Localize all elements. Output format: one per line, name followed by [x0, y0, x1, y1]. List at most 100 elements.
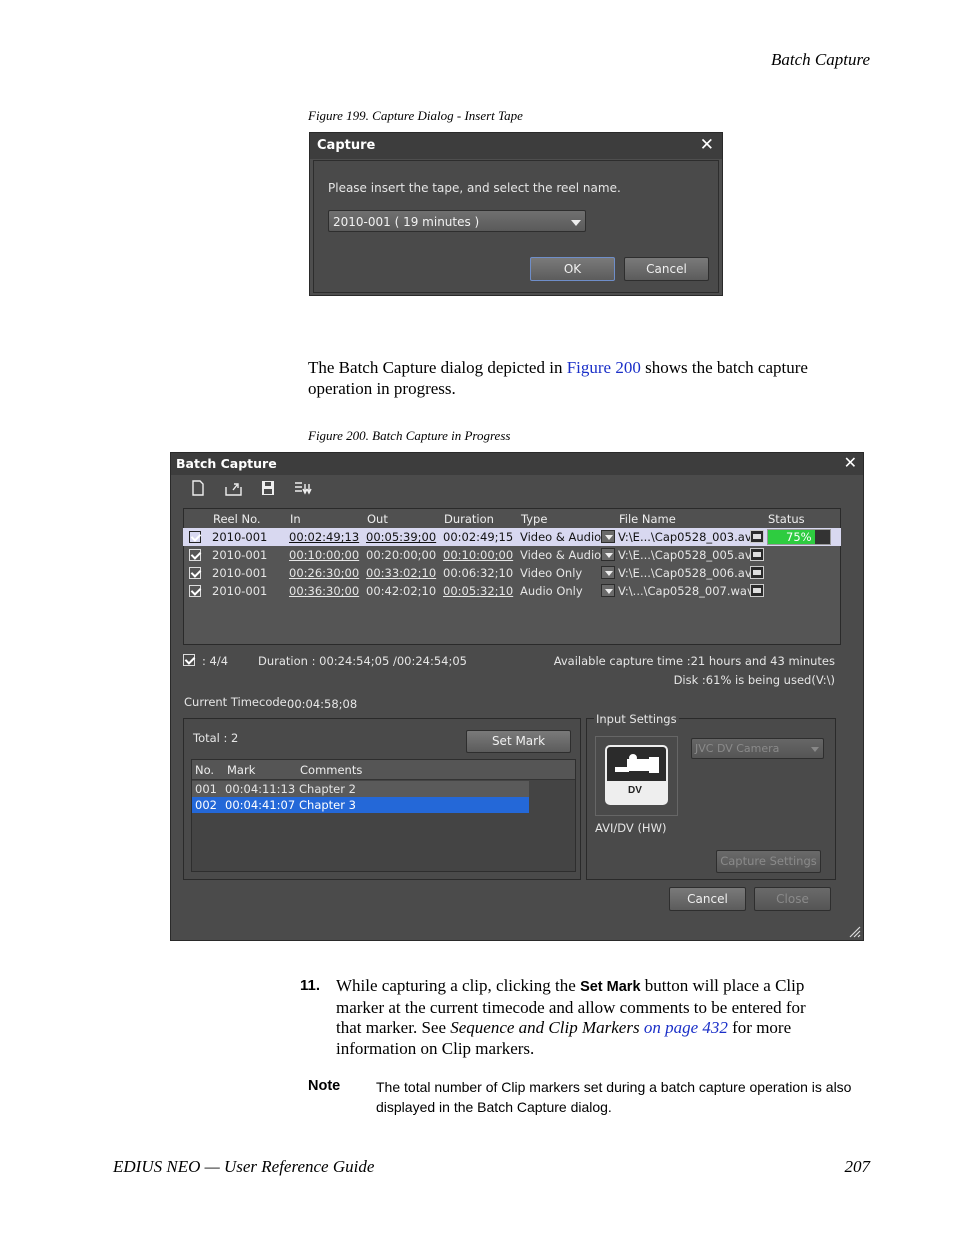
- row-reel: 2010-001: [212, 530, 268, 544]
- cancel-button[interactable]: Cancel: [669, 887, 746, 911]
- page-number: 207: [844, 1157, 871, 1176]
- row-checkbox[interactable]: [189, 585, 201, 597]
- folder-icon[interactable]: [750, 530, 764, 543]
- column-header[interactable]: In: [290, 512, 301, 526]
- page-432-link[interactable]: on page 432: [640, 1018, 728, 1037]
- export-icon[interactable]: [293, 480, 312, 496]
- row-reel: 2010-001: [212, 566, 268, 580]
- step-text: While capturing a clip, clicking the Set…: [336, 976, 876, 1059]
- marker-row[interactable]: 002 00:04:41:07 Chapter 3: [192, 797, 529, 813]
- row-type: Video Only: [520, 566, 583, 580]
- row-type: Audio Only: [520, 584, 583, 598]
- column-header[interactable]: File Name: [619, 512, 676, 526]
- save-icon[interactable]: [260, 480, 276, 496]
- capture-settings-button[interactable]: Capture Settings: [716, 850, 821, 873]
- folder-icon[interactable]: [750, 584, 764, 597]
- row-checkbox[interactable]: [189, 531, 201, 543]
- row-file: V:\...\Cap0528_007.wav: [618, 584, 754, 598]
- note-label: Note: [308, 1078, 341, 1094]
- close-icon[interactable]: ✕: [700, 135, 714, 155]
- step-text-6: information on Clip markers.: [336, 1038, 535, 1058]
- reel-select[interactable]: 2010-001 ( 19 minutes ): [328, 210, 586, 232]
- close-icon[interactable]: ✕: [844, 453, 857, 472]
- row-reel: 2010-001: [212, 548, 268, 562]
- marker-mark: 00:04:11:13: [225, 782, 296, 796]
- marker-comment[interactable]: Chapter 2: [299, 782, 356, 796]
- column-header[interactable]: Status: [768, 512, 805, 526]
- folder-icon[interactable]: [750, 548, 764, 561]
- type-dropdown-button[interactable]: [601, 584, 615, 597]
- dv-label: DV: [628, 785, 642, 796]
- select-all-checkbox[interactable]: [183, 654, 195, 666]
- step-text-3: marker at the current timecode and allow…: [336, 997, 806, 1017]
- type-dropdown-button[interactable]: [601, 548, 615, 561]
- progress-label: 75%: [786, 530, 812, 544]
- column-header[interactable]: Comments: [300, 763, 362, 777]
- column-header[interactable]: Out: [367, 512, 388, 526]
- row-type: Video & Audio: [520, 530, 602, 544]
- set-mark-button[interactable]: Set Mark: [466, 730, 571, 753]
- row-out[interactable]: 00:33:02;10: [366, 566, 436, 580]
- device-tile[interactable]: DV: [595, 736, 678, 816]
- column-header[interactable]: Reel No.: [213, 512, 261, 526]
- note-line-2: displayed in the Batch Capture dialog.: [376, 1098, 612, 1115]
- resize-grip-icon[interactable]: [847, 924, 861, 938]
- figure-200-caption: Figure 200. Batch Capture in Progress: [308, 428, 511, 443]
- footer-title: EDIUS NEO — User Reference Guide: [113, 1157, 375, 1176]
- dv-camera-icon: DV: [605, 745, 668, 805]
- cancel-button[interactable]: Cancel: [624, 257, 709, 281]
- dv-label-box: DV: [607, 781, 666, 803]
- row-in[interactable]: 00:10:00;00: [289, 548, 359, 562]
- capture-titlebar: Capture ✕: [310, 133, 722, 159]
- table-row[interactable]: 2010-001 00:10:00;00 00:20:00;00 00:10:0…: [183, 546, 841, 564]
- import-icon[interactable]: [225, 480, 242, 496]
- camera-select[interactable]: JVC DV Camera: [691, 738, 824, 759]
- row-in[interactable]: 00:26:30;00: [289, 566, 359, 580]
- row-out[interactable]: 00:05:39;00: [366, 530, 436, 544]
- capture-dialog: Capture ✕ Please insert the tape, and se…: [309, 132, 723, 296]
- timecode-label: Current Timecode :: [184, 695, 295, 709]
- figure-199-caption: Figure 199. Capture Dialog - Insert Tape: [308, 108, 523, 123]
- set-mark-term: Set Mark: [580, 979, 641, 995]
- chevron-down-icon: [811, 747, 819, 752]
- figure-200-link[interactable]: Figure 200: [567, 358, 641, 377]
- marker-comment[interactable]: Chapter 3: [299, 798, 356, 812]
- row-out: 00:42:02;10: [366, 584, 437, 598]
- capture-body: Please insert the tape, and select the r…: [313, 160, 719, 293]
- intro-text-2: shows the batch capture: [640, 358, 808, 377]
- row-file: V:\E...\Cap0528_006.avi: [618, 566, 755, 580]
- row-out: 00:20:00;00: [366, 548, 437, 562]
- row-file: V:\E...\Cap0528_005.avi: [618, 548, 755, 562]
- type-dropdown-button[interactable]: [601, 566, 615, 579]
- row-reel: 2010-001: [212, 584, 268, 598]
- column-header[interactable]: Duration: [444, 512, 494, 526]
- new-icon[interactable]: [190, 480, 206, 496]
- marker-row[interactable]: 001 00:04:11:13 Chapter 2: [192, 781, 529, 797]
- step-number: 11.: [300, 977, 321, 994]
- input-settings-panel: Input Settings DV AVI/DV (HW) JVC DV Cam…: [586, 712, 836, 880]
- step-text-1: While capturing a clip, clicking the: [336, 976, 581, 995]
- close-button[interactable]: Close: [754, 887, 831, 911]
- row-checkbox[interactable]: [189, 549, 201, 561]
- table-row[interactable]: 2010-001 00:02:49;13 00:05:39;00 00:02:4…: [183, 528, 841, 546]
- row-in[interactable]: 00:02:49;13: [289, 530, 359, 544]
- folder-icon[interactable]: [750, 566, 764, 579]
- row-duration[interactable]: 00:05:32;10: [443, 584, 513, 598]
- row-checkbox[interactable]: [189, 567, 201, 579]
- table-row[interactable]: 2010-001 00:36:30;00 00:42:02;10 00:05:3…: [183, 582, 841, 600]
- table-row[interactable]: 2010-001 00:26:30;00 00:33:02;10 00:06:3…: [183, 564, 841, 582]
- clip-count: : 4/4: [202, 654, 229, 668]
- marker-list-header: No. Mark Comments: [192, 760, 575, 780]
- row-in[interactable]: 00:36:30;00: [289, 584, 359, 598]
- ok-button[interactable]: OK: [530, 257, 615, 281]
- type-dropdown-button[interactable]: [601, 530, 615, 543]
- available-capture-time: Available capture time :21 hours and 43 …: [553, 654, 835, 668]
- step-text-4: that marker. See: [336, 1018, 451, 1037]
- column-header[interactable]: Type: [521, 512, 547, 526]
- column-header[interactable]: Mark: [227, 763, 255, 777]
- marker-panel: Total : 2 Set Mark No. Mark Comments 001…: [183, 718, 581, 880]
- row-file: V:\E...\Cap0528_003.avi: [618, 530, 755, 544]
- column-header[interactable]: No.: [195, 763, 214, 777]
- row-duration[interactable]: 00:10:00;00: [443, 548, 513, 562]
- batch-capture-title: Batch Capture: [176, 456, 277, 471]
